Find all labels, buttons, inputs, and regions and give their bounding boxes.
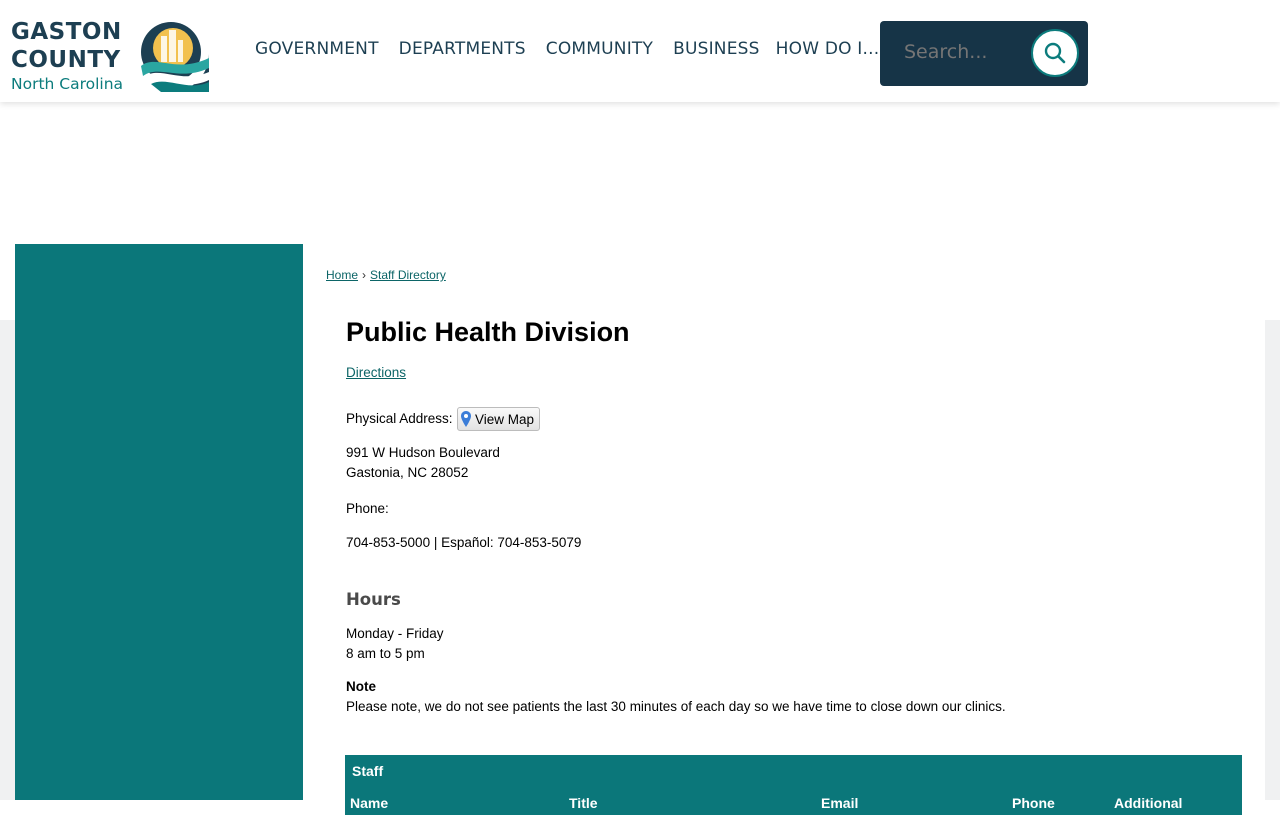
hours-days: Monday - Friday xyxy=(346,626,444,641)
address-line-2: Gastonia, NC 28052 xyxy=(346,465,469,480)
breadcrumb-staff-directory-link[interactable]: Staff Directory xyxy=(370,268,446,282)
staff-col-title: Title xyxy=(569,795,598,811)
logo-emblem-icon xyxy=(133,16,209,92)
hours-heading: Hours xyxy=(346,590,401,609)
map-pin-icon xyxy=(461,411,471,427)
address-block: 991 W Hudson Boulevard Gastonia, NC 2805… xyxy=(346,443,500,483)
hours-block: Monday - Friday 8 am to 5 pm xyxy=(346,624,444,664)
main-content: Home › Staff Directory Public Health Divis… xyxy=(303,244,1265,815)
hours-time: 8 am to 5 pm xyxy=(346,646,425,661)
staff-col-email: Email xyxy=(821,795,859,811)
note-label: Note xyxy=(346,679,376,694)
gaston-county-logo[interactable]: GASTON COUNTY North Carolina xyxy=(11,14,211,94)
page-title: Public Health Division xyxy=(346,317,630,347)
directions-link[interactable]: Directions xyxy=(346,365,406,380)
view-map-label: View Map xyxy=(475,411,535,427)
staff-table-title: Staff xyxy=(352,763,384,779)
phone-label: Phone: xyxy=(346,501,389,516)
nav-item-departments[interactable]: DEPARTMENTS xyxy=(399,38,526,60)
breadcrumb-home-link[interactable]: Home xyxy=(326,268,358,282)
main-nav: GOVERNMENT DEPARTMENTS COMMUNITY BUSINES… xyxy=(255,38,879,60)
breadcrumb: Home › Staff Directory xyxy=(326,268,446,282)
search-input[interactable] xyxy=(904,41,1034,63)
sidebar-panel xyxy=(15,244,303,800)
logo-line-gaston: GASTON xyxy=(11,19,122,45)
logo-line-county: COUNTY xyxy=(11,47,121,73)
site-header: GASTON COUNTY North Carolina GOVERNMENT … xyxy=(0,0,1280,102)
nav-item-how-do-i[interactable]: HOW DO I... xyxy=(776,38,880,60)
nav-item-business[interactable]: BUSINESS xyxy=(673,38,760,60)
logo-line-state: North Carolina xyxy=(11,75,124,93)
staff-table: Staff Name Title Email Phone Additional xyxy=(345,755,1242,815)
breadcrumb-separator: › xyxy=(362,268,367,282)
search-button[interactable] xyxy=(1031,29,1079,77)
nav-item-government[interactable]: GOVERNMENT xyxy=(255,38,379,60)
logo-text: GASTON COUNTY North Carolina xyxy=(11,18,123,94)
address-line-1: 991 W Hudson Boulevard xyxy=(346,445,500,460)
phone-numbers: 704-853-5000 | Español: 704-853-5079 xyxy=(346,535,582,550)
nav-item-community[interactable]: COMMUNITY xyxy=(546,38,653,60)
search-box xyxy=(880,21,1088,86)
physical-address-label: Physical Address: xyxy=(346,411,453,426)
staff-col-phone: Phone xyxy=(1012,795,1055,811)
staff-col-additional: Additional xyxy=(1114,795,1183,811)
staff-col-name: Name xyxy=(350,795,389,811)
note-text: Please note, we do not see patients the … xyxy=(346,699,1006,714)
view-map-button[interactable]: View Map xyxy=(457,407,541,431)
note-block: Note Please note, we do not see patients… xyxy=(346,677,1006,717)
search-icon xyxy=(1044,42,1066,64)
